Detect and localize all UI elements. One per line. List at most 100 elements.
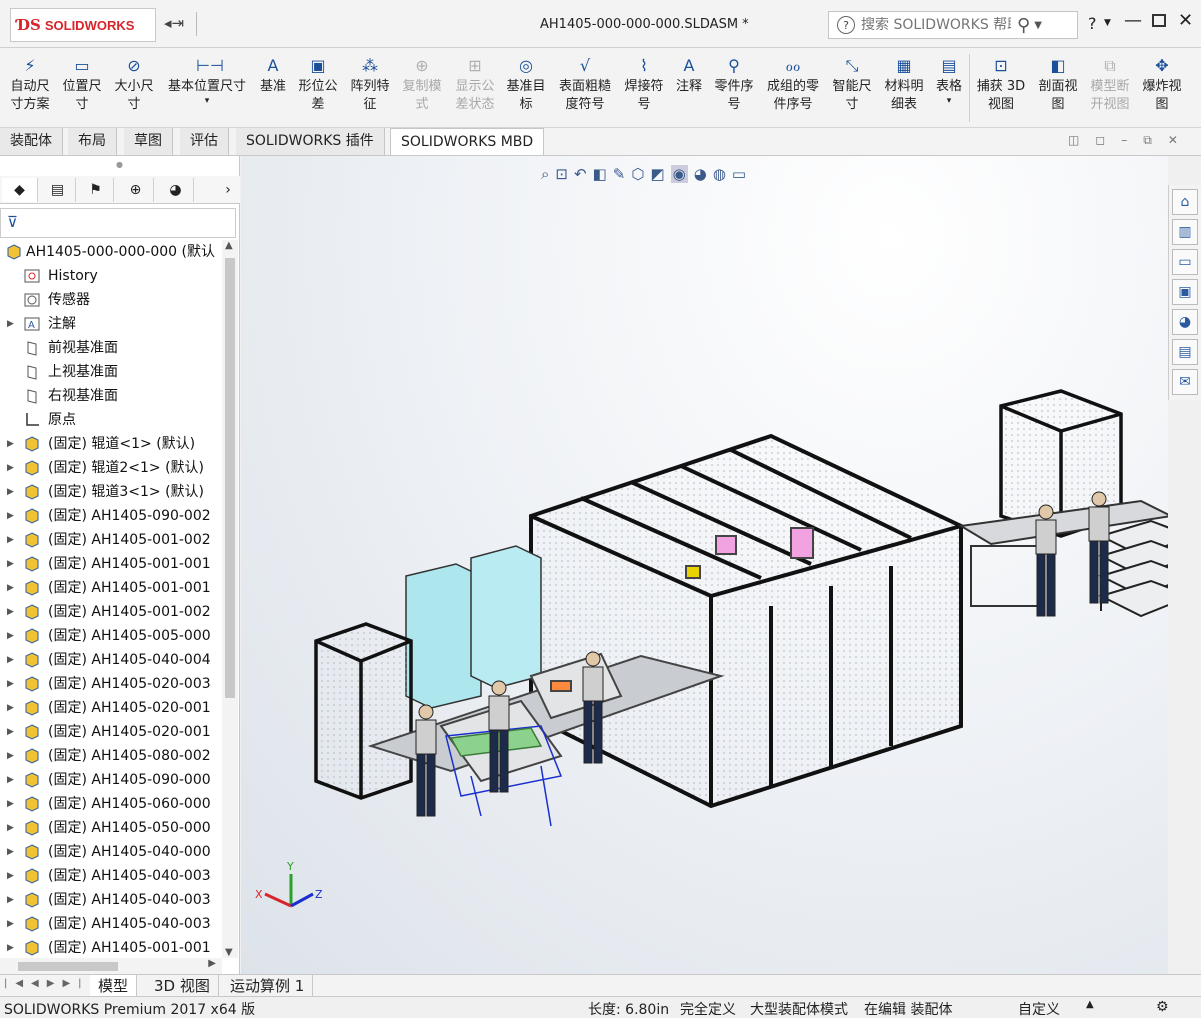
units-selector[interactable]: 自定义: [1018, 999, 1060, 1018]
chevron-down-icon[interactable]: ▾: [930, 96, 968, 106]
display-manager-tab-icon[interactable]: ◕: [158, 178, 194, 202]
exploded-view-button[interactable]: ✥ 爆炸视图: [1136, 56, 1188, 114]
chevron-down-icon[interactable]: ▼: [1034, 20, 1042, 31]
viewport-window-controls[interactable]: ◫◻–⧉✕: [1068, 133, 1194, 148]
feature-manager-tab-icon[interactable]: ◆: [2, 178, 38, 202]
maximize-button[interactable]: [1152, 14, 1166, 27]
basic-location-dimension-button[interactable]: ⊢⊣ 基本位置尺寸 ▾: [162, 56, 252, 106]
minimize-button[interactable]: —: [1124, 10, 1142, 31]
divider: [196, 12, 197, 36]
svg-text:A: A: [28, 320, 35, 331]
expand-arrow-icon[interactable]: ▶: [7, 768, 14, 792]
panel-handle[interactable]: ●: [116, 160, 123, 169]
tab-assembly[interactable]: 装配体: [0, 128, 63, 155]
capture-3d-view-button[interactable]: ⊡ 捕获 3D 视图: [972, 56, 1030, 114]
solidworks-logo[interactable]: ƊS SOLIDWORKS: [10, 8, 156, 42]
chevron-up-icon[interactable]: ▲: [225, 240, 233, 251]
help-button[interactable]: ?: [1088, 14, 1097, 33]
configuration-manager-tab-icon[interactable]: ⚑: [78, 178, 114, 202]
weld-symbol-button[interactable]: ⌇ 焊接符号: [620, 56, 668, 114]
expand-arrow-icon[interactable]: ▶: [7, 696, 14, 720]
appearances-icon[interactable]: ◕: [1172, 309, 1198, 335]
command-manager: ⚡ 自动尺 寸方案 ▭ 位置尺寸 ⊘ 大小尺寸 ⊢⊣ 基本位置尺寸 ▾ A 基准 ▣ 形位公差 …: [0, 48, 1201, 128]
tab-model[interactable]: 模型: [90, 975, 138, 997]
location-dimension-button[interactable]: ▭ 位置尺寸: [58, 56, 106, 114]
expand-arrow-icon[interactable]: ▶: [7, 504, 14, 528]
search-icon[interactable]: ⚲: [1017, 15, 1030, 36]
assembly-mode: 大型装配体模式: [750, 1002, 848, 1018]
surface-finish-icon: √: [579, 56, 591, 75]
help-search-box[interactable]: ? ⚲ ▼: [828, 11, 1078, 39]
table-button[interactable]: ▤ 表格 ▾: [930, 56, 968, 106]
home-icon[interactable]: ⌂: [1172, 189, 1198, 215]
datum-button[interactable]: A 基准: [254, 56, 292, 96]
expand-arrow-icon[interactable]: ▶: [7, 792, 14, 816]
smart-dimension-button[interactable]: ⤡ 智能尺寸: [828, 56, 876, 114]
expand-arrow-icon[interactable]: ▶: [7, 432, 14, 456]
custom-properties-icon[interactable]: ▤: [1172, 339, 1198, 365]
rebuild-icon[interactable]: ⚙: [1156, 999, 1169, 1015]
tab-3d-view[interactable]: 3D 视图: [146, 975, 219, 997]
chevron-right-icon[interactable]: ▶: [208, 958, 216, 969]
expand-arrow-icon[interactable]: ▶: [7, 600, 14, 624]
note-button[interactable]: A 注释: [670, 56, 708, 96]
expand-arrow-icon[interactable]: ▶: [7, 456, 14, 480]
datum-target-button[interactable]: ◎ 基准目标: [502, 56, 550, 114]
expand-arrow-icon[interactable]: ▶: [7, 912, 14, 936]
geometric-tolerance-button[interactable]: ▣ 形位公差: [294, 56, 342, 114]
scrollbar-thumb[interactable]: [225, 258, 235, 698]
show-tolerance-status-icon: ⊞: [468, 56, 482, 75]
forum-icon[interactable]: ✉: [1172, 369, 1198, 395]
tab-navigation-arrows[interactable]: |◀◀▶▶|: [4, 978, 90, 989]
design-library-icon[interactable]: ▥: [1172, 219, 1198, 245]
pattern-feature-button[interactable]: ⁂ 阵列特征: [346, 56, 394, 114]
tab-motion-study[interactable]: 运动算例 1: [222, 975, 314, 997]
expand-arrow-icon[interactable]: ▶: [7, 864, 14, 888]
section-view-button[interactable]: ◧ 剖面视图: [1032, 56, 1084, 114]
expand-arrow-icon[interactable]: ▶: [7, 888, 14, 912]
expand-arrow-icon[interactable]: ▶: [7, 648, 14, 672]
expand-arrow-icon[interactable]: ▶: [7, 552, 14, 576]
tab-solidworks-addins[interactable]: SOLIDWORKS 插件: [236, 128, 385, 155]
expand-arrow-icon[interactable]: ▶: [7, 744, 14, 768]
graphics-area[interactable]: ⌕ ⊡ ↶ ◧ ✎ ⬡ ◩ ◉ ◕ ◍ ▭ Y X Z: [241, 156, 1168, 974]
view-palette-icon[interactable]: ▣: [1172, 279, 1198, 305]
dimxpert-manager-tab-icon[interactable]: ⊕: [118, 178, 154, 202]
auto-dimension-button[interactable]: ⚡ 自动尺 寸方案: [6, 56, 54, 114]
tree-horizontal-scrollbar[interactable]: ▶: [0, 958, 222, 974]
tab-layout[interactable]: 布局: [68, 128, 117, 155]
close-button[interactable]: ✕: [1178, 10, 1193, 31]
expand-arrow-icon[interactable]: ▶: [7, 840, 14, 864]
expand-arrow-icon[interactable]: ▶: [7, 528, 14, 552]
pin-menu-icon[interactable]: ◂⇥: [164, 14, 184, 32]
size-dimension-button[interactable]: ⊘ 大小尺寸: [110, 56, 158, 114]
expand-arrow-icon[interactable]: ▶: [7, 720, 14, 744]
expand-arrow-icon[interactable]: ▶: [7, 480, 14, 504]
filter-box[interactable]: ⊽: [0, 208, 236, 238]
balloon-button[interactable]: ⚲ 零件序号: [710, 56, 758, 114]
component-icon: [25, 820, 39, 836]
chevron-down-icon[interactable]: ▾: [162, 96, 252, 106]
property-manager-tab-icon[interactable]: ▤: [40, 178, 76, 202]
tab-solidworks-mbd[interactable]: SOLIDWORKS MBD: [390, 128, 545, 155]
expand-arrow-icon[interactable]: ▶: [7, 312, 14, 336]
expand-arrow-icon[interactable]: ▶: [7, 624, 14, 648]
tab-sketch[interactable]: 草图: [124, 128, 173, 155]
chevron-down-icon[interactable]: ▼: [225, 947, 233, 958]
stacked-balloon-button[interactable]: ℴℴ 成组的零 件序号: [762, 56, 824, 114]
expand-arrow-icon[interactable]: ▶: [7, 816, 14, 840]
file-explorer-icon[interactable]: ▭: [1172, 249, 1198, 275]
help-dropdown-icon[interactable]: ▼: [1104, 18, 1111, 28]
expand-arrow-icon[interactable]: ▶: [7, 936, 14, 958]
tree-vertical-scrollbar[interactable]: ▲ ▼: [222, 240, 238, 958]
expand-arrow-icon[interactable]: ▶: [7, 576, 14, 600]
tab-evaluate[interactable]: 评估: [180, 128, 229, 155]
assembly-model[interactable]: Y X Z: [241, 156, 1168, 974]
bill-of-materials-button[interactable]: ▦ 材料明 细表: [880, 56, 928, 114]
search-input[interactable]: [861, 17, 1011, 33]
scrollbar-thumb[interactable]: [18, 962, 118, 971]
triad-z-label: Z: [315, 888, 323, 901]
surface-finish-button[interactable]: √ 表面粗糙 度符号: [554, 56, 616, 114]
expand-arrow-icon[interactable]: ▶: [7, 672, 14, 696]
chevron-up-icon[interactable]: ▲: [1086, 999, 1094, 1010]
